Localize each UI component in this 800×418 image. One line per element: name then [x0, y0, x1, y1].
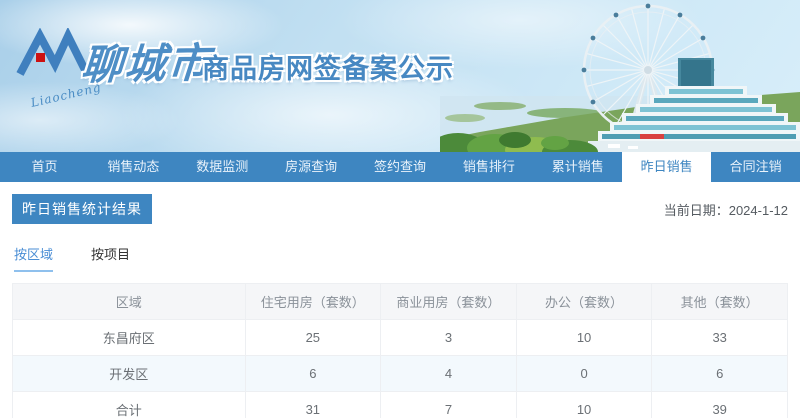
nav-item-sales-ranking[interactable]: 销售排行	[444, 152, 533, 182]
nav-item-total-sales[interactable]: 累计销售	[533, 152, 622, 182]
cityscape-ferris-wheel-illustration	[440, 3, 800, 152]
tab-by-district[interactable]: 按区域	[14, 244, 54, 272]
city-name: 聊城市	[80, 39, 213, 89]
nav-item-contract-cancel[interactable]: 合同注销	[711, 152, 800, 182]
table-row-total: 合计 31 7 10 39	[12, 391, 788, 418]
cell-region: 开发区	[12, 355, 246, 392]
cell-office: 0	[515, 355, 653, 392]
liaocheng-logo: Liaocheng	[16, 26, 103, 110]
nav-item-home[interactable]: 首页	[0, 152, 89, 182]
table-row-dongchangfu: 东昌府区 25 3 10 33	[12, 319, 788, 356]
current-date-label: 当前日期：	[663, 203, 729, 218]
liaocheng-logo-icon	[16, 26, 91, 76]
nav-item-data-monitor[interactable]: 数据监测	[178, 152, 267, 182]
main-nav: 首页 销售动态 数据监测 房源查询 签约查询 销售排行 累计销售 昨日销售 合同…	[0, 152, 800, 182]
cell-residential: 6	[244, 355, 382, 392]
cell-residential: 31	[244, 391, 382, 418]
sales-stats-table: 区域 住宅用房（套数） 商业用房（套数） 办公（套数） 其他（套数） 东昌府区 …	[12, 283, 788, 418]
hero-banner: Liaocheng 聊城市 商品房网签备案公示	[0, 0, 800, 152]
cell-office: 10	[515, 391, 653, 418]
col-header-commercial: 商业用房（套数）	[380, 283, 517, 320]
cell-commercial: 4	[380, 355, 517, 392]
col-header-region: 区域	[12, 283, 246, 320]
col-header-residential: 住宅用房（套数）	[244, 283, 382, 320]
cell-region: 合计	[12, 391, 246, 418]
cell-other: 33	[651, 319, 788, 356]
cell-office: 10	[515, 319, 653, 356]
cell-region: 东昌府区	[12, 319, 246, 356]
cell-other: 39	[651, 391, 788, 418]
current-date-value: 2024-1-12	[728, 203, 788, 218]
cell-other: 6	[651, 355, 788, 392]
table-row-kaifaqu: 开发区 6 4 0 6	[12, 355, 788, 392]
col-header-other: 其他（套数）	[651, 283, 788, 320]
nav-item-yesterday-sales[interactable]: 昨日销售	[622, 152, 712, 182]
nav-item-listing-search[interactable]: 房源查询	[267, 152, 356, 182]
col-header-office: 办公（套数）	[515, 283, 653, 320]
nav-item-sales-trend[interactable]: 销售动态	[89, 152, 178, 182]
page: Liaocheng 聊城市 商品房网签备案公示 首页 销售动态 数据监测 房源查…	[0, 0, 800, 418]
cell-commercial: 3	[380, 319, 517, 356]
content-area: 昨日销售统计结果 当前日期：2024-1-12 按区域 按项目 区域 住宅用房（…	[0, 194, 800, 418]
tab-by-project[interactable]: 按项目	[91, 244, 130, 272]
site-title: 商品房网签备案公示	[202, 54, 454, 84]
current-date: 当前日期：2024-1-12	[664, 200, 788, 219]
cell-residential: 25	[244, 319, 382, 356]
cell-commercial: 7	[380, 391, 517, 418]
table-header-row: 区域 住宅用房（套数） 商业用房（套数） 办公（套数） 其他（套数）	[12, 283, 788, 320]
section-head: 昨日销售统计结果 当前日期：2024-1-12	[12, 194, 788, 224]
nav-item-contract-search[interactable]: 签约查询	[356, 152, 445, 182]
section-title: 昨日销售统计结果	[12, 194, 152, 224]
view-tabs: 按区域 按项目	[12, 244, 788, 272]
